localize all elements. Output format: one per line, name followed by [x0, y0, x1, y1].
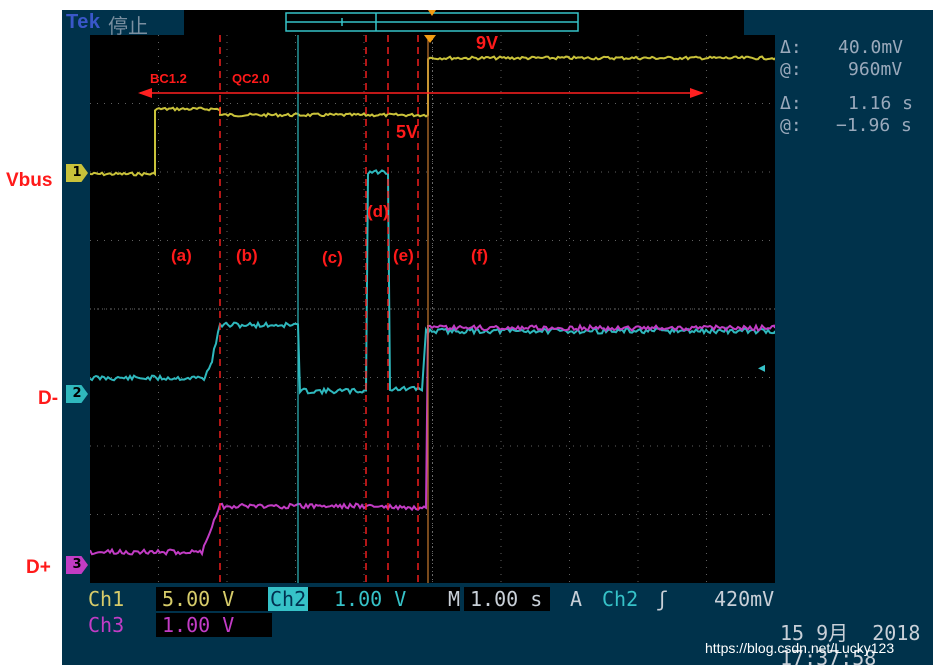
bc12-annotation: BC1.2 [150, 71, 187, 86]
ch1-scale[interactable]: 5.00 V [156, 587, 272, 611]
phase-a-label: (a) [171, 246, 192, 265]
brand-logo: Tek [66, 11, 101, 33]
at-v-value: 960mV [848, 59, 903, 80]
graticule [90, 35, 775, 583]
delta-t-value: 1.16 s [848, 93, 914, 114]
phase-d-label: (d) [367, 202, 389, 221]
ch3-scale[interactable]: 1.00 V [156, 613, 272, 637]
ch3-label[interactable]: Ch3 [88, 613, 124, 637]
timebase-label: M [448, 587, 461, 611]
ch2-scale[interactable]: 1.00 V [308, 587, 460, 611]
qc20-annotation: QC2.0 [232, 71, 270, 86]
v9-annotation: 9V [476, 33, 499, 53]
waveform-display[interactable] [90, 35, 775, 583]
at-t-value: −1.96 s [836, 115, 912, 136]
phase-c-label: (c) [322, 248, 343, 267]
ch1-label[interactable]: Ch1 [88, 587, 124, 611]
delta-v-symbol: Δ: [780, 37, 802, 58]
record-length-bar [184, 10, 744, 35]
at-t-symbol: @: [780, 115, 802, 136]
trigger-level[interactable]: 420mV [714, 587, 774, 611]
at-v-symbol: @: [780, 59, 802, 80]
top-status-bar: Tek 停止 [62, 10, 184, 38]
dminus-annotation: D- [38, 388, 59, 409]
v5-annotation: 5V [396, 122, 419, 142]
timebase-value[interactable]: 1.00 s [464, 587, 550, 611]
phase-f-label: (f) [471, 246, 488, 265]
phase-b-label: (b) [236, 246, 258, 265]
delta-v-value: 40.0mV [838, 37, 904, 58]
trigger-point-icon [424, 35, 436, 43]
delta-t-symbol: Δ: [780, 93, 802, 114]
trigger-level-icon[interactable]: ◂ [758, 361, 772, 375]
ch2-label[interactable]: Ch2 [268, 587, 309, 611]
phase-e-label: (e) [393, 246, 414, 265]
arrow-left-icon [138, 88, 152, 98]
rising-edge-icon: ʃ [656, 587, 669, 611]
cursor-readout: Δ: 40.0mV @: 960mV Δ: 1.16 s @: −1.96 s [780, 35, 930, 145]
watermark-text: https://blog.csdn.net/Lucky123 [705, 640, 895, 656]
trigger-label: A [570, 587, 583, 611]
status-readout-bar: Ch1 5.00 V Ch2 1.00 V M 1.00 s A Ch2 ʃ 4… [62, 583, 777, 665]
arrow-right-icon [690, 88, 704, 98]
vbus-annotation: Vbus [6, 170, 53, 191]
dplus-annotation: D+ [26, 557, 51, 578]
trigger-source[interactable]: Ch2 [602, 587, 638, 611]
